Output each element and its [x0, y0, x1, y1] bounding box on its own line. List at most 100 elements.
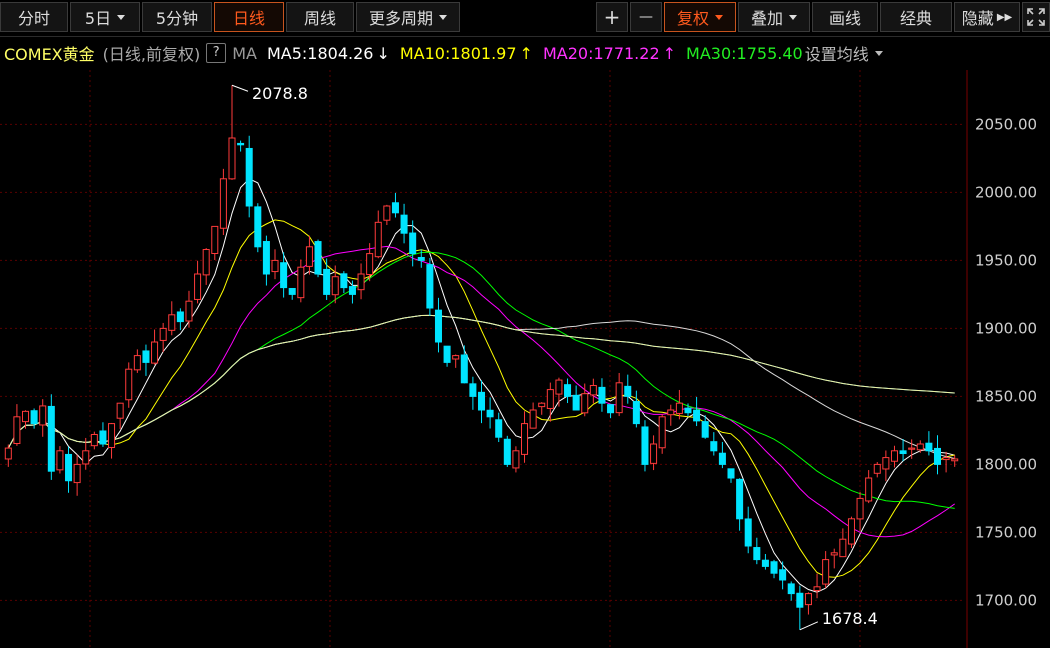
candle-body — [779, 569, 787, 581]
candle — [426, 258, 434, 316]
candle — [383, 204, 391, 226]
low-pointer — [799, 621, 819, 631]
candle — [882, 450, 890, 482]
candle-body — [176, 311, 184, 323]
candle — [477, 380, 486, 424]
fullscreen-button[interactable] — [1022, 2, 1050, 32]
zoom-in-button[interactable]: + — [596, 2, 628, 32]
toolbar: 分时 5日 5分钟 日线 周线 更多周期 + — 复权 叠加 画线 经典 隐藏 ▶… — [0, 0, 1050, 37]
candle-body — [82, 450, 90, 465]
tab-label: 日线 — [232, 9, 265, 28]
candle-body — [417, 256, 425, 261]
ma-settings-button[interactable]: 设置均线 — [805, 41, 869, 65]
candle — [667, 404, 675, 426]
candle — [13, 404, 21, 446]
candle — [856, 492, 864, 531]
candle-body — [882, 457, 890, 470]
candle-body — [125, 368, 133, 401]
candle-body — [185, 300, 193, 322]
candle — [434, 297, 442, 353]
extreme-annotations: 2078.8 1678.4 — [231, 84, 878, 631]
candle — [108, 422, 116, 459]
candle — [813, 573, 821, 599]
candle — [564, 378, 572, 404]
candle-body — [908, 447, 916, 450]
candle-body — [693, 409, 701, 422]
candle — [736, 478, 744, 531]
tab-fenshi[interactable]: 分时 — [0, 2, 68, 32]
candle — [288, 287, 296, 300]
candle — [512, 446, 520, 473]
help-icon[interactable]: ? — [206, 43, 227, 63]
candle — [443, 345, 451, 367]
tab-daily[interactable]: 日线 — [214, 2, 284, 32]
candle — [873, 462, 881, 478]
candle — [899, 439, 907, 462]
candle — [529, 402, 537, 429]
candle — [73, 454, 81, 496]
adjust-button[interactable]: 复权 — [664, 2, 736, 32]
chevron-down-icon — [117, 14, 126, 20]
tab-5min[interactable]: 5分钟 — [142, 2, 212, 32]
candle-body — [650, 443, 658, 464]
candle — [641, 420, 649, 472]
candle-body — [383, 205, 391, 221]
chevron-down-icon — [874, 50, 883, 56]
candle — [116, 402, 124, 430]
candle-body — [787, 583, 795, 595]
zoom-out-button[interactable]: — — [630, 2, 662, 32]
candle-body — [701, 421, 709, 438]
candle — [830, 548, 838, 569]
candle-body — [73, 463, 81, 484]
candle — [176, 308, 184, 331]
candle-body — [521, 423, 529, 455]
candle-body — [607, 404, 615, 414]
hide-button[interactable]: 隐藏 ▶▶ — [954, 2, 1020, 32]
candle — [460, 345, 468, 384]
candle — [607, 404, 615, 419]
candle-body — [314, 241, 322, 275]
candle — [521, 411, 529, 463]
chart-mode: (日线,前复权) — [102, 45, 201, 64]
candle-body — [581, 393, 589, 414]
candle — [357, 263, 365, 300]
candle-body — [564, 384, 572, 397]
candle — [262, 235, 270, 286]
candle-body — [357, 273, 365, 291]
candle — [822, 551, 830, 589]
tab-5day[interactable]: 5日 — [70, 2, 140, 32]
tab-label: 复权 — [676, 9, 709, 28]
candle-body — [615, 382, 623, 414]
candle-body — [727, 468, 735, 479]
tab-more-periods[interactable]: 更多周期 — [356, 2, 460, 32]
draw-line-button[interactable]: 画线 — [812, 2, 878, 32]
symbol-name: COMEX黄金 — [4, 45, 95, 64]
candle — [305, 235, 313, 275]
candle — [348, 280, 356, 304]
candle-body — [873, 463, 881, 474]
candle — [400, 203, 408, 244]
candle-body — [219, 178, 227, 229]
tab-weekly[interactable]: 周线 — [286, 2, 354, 32]
candle-body — [684, 407, 692, 414]
candle — [133, 349, 141, 373]
candle — [710, 432, 718, 456]
candle — [142, 344, 150, 376]
overlay-button[interactable]: 叠加 — [738, 2, 810, 32]
candle-body — [452, 355, 460, 360]
candle — [469, 376, 477, 410]
candle — [271, 249, 279, 280]
candle — [546, 382, 554, 422]
candle — [211, 225, 219, 260]
chevron-down-icon — [789, 14, 797, 20]
candle-body — [856, 497, 864, 520]
candle-body — [847, 518, 855, 545]
candlestick-chart[interactable]: 2050.00 2000.00 1950.00 1900.00 1850.00 1800.… — [0, 70, 1050, 648]
classic-button[interactable]: 经典 — [880, 2, 952, 32]
candle-body — [323, 268, 331, 295]
candle — [194, 260, 202, 304]
candle-body — [495, 419, 503, 438]
plus-icon: + — [603, 5, 621, 29]
chevron-down-icon — [715, 14, 723, 20]
candle-body — [280, 262, 288, 289]
